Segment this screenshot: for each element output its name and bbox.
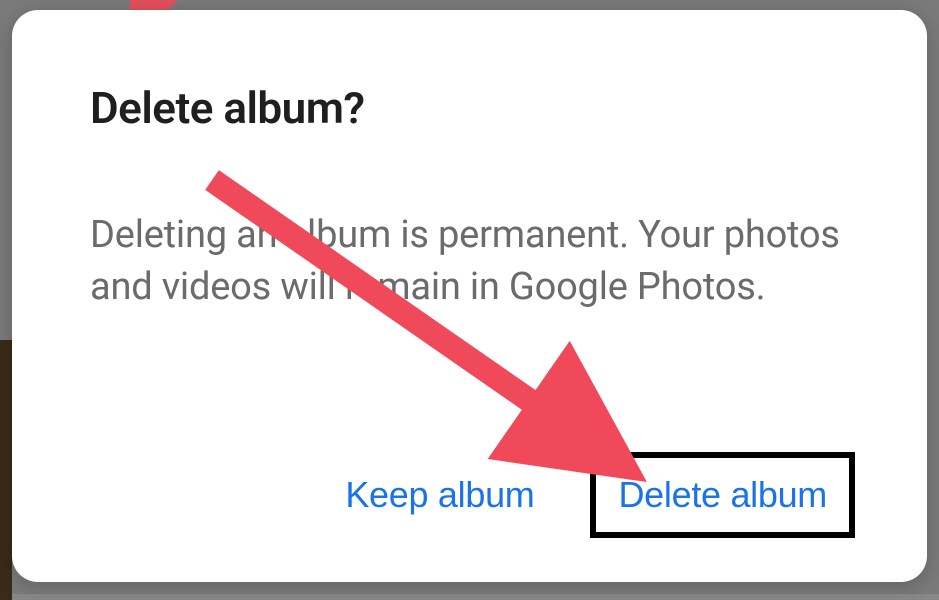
background-shape [0, 340, 12, 600]
dialog-body-text: Deleting an album is permanent. Your pho… [90, 210, 855, 313]
dialog-title: Delete album? [90, 84, 855, 132]
delete-album-dialog: Delete album? Deleting an album is perma… [12, 10, 927, 582]
dialog-actions: Keep album Delete album [90, 452, 855, 542]
keep-album-button[interactable]: Keep album [333, 464, 546, 526]
delete-album-button[interactable]: Delete album [590, 452, 855, 538]
